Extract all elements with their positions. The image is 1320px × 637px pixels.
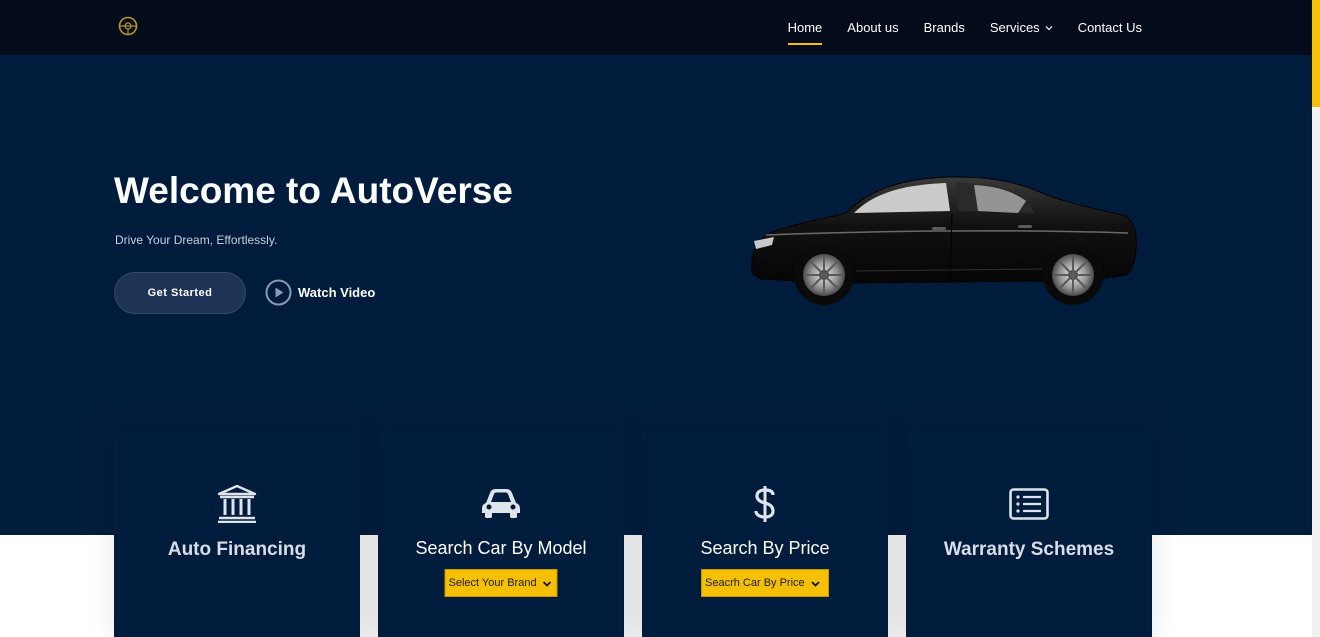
wheel-logo-icon[interactable] — [118, 16, 138, 36]
scrollbar-thumb[interactable] — [1312, 0, 1320, 107]
brand-select[interactable]: Select Your Brand — [444, 569, 558, 597]
get-started-button[interactable]: Get Started — [114, 272, 246, 314]
dollar-icon — [754, 486, 775, 522]
price-select[interactable]: Seacrh Car By Price — [701, 569, 829, 597]
feature-card-auto-financing[interactable]: Auto Financing — [114, 430, 360, 637]
bank-icon — [217, 485, 257, 523]
nav-about-us[interactable]: About us — [847, 20, 898, 35]
price-select-value: Seacrh Car By Price — [705, 577, 805, 589]
card-title: Warranty Schemes — [943, 539, 1115, 560]
chevron-down-icon — [811, 580, 820, 587]
car-icon — [482, 489, 520, 518]
feature-card-search-by-model: Search Car By Model Select Your Brand — [378, 430, 624, 637]
card-title: Auto Financing — [167, 539, 307, 560]
feature-card-search-by-price: Search By Price Seacrh Car By Price — [642, 430, 888, 637]
chevron-down-icon — [542, 580, 552, 587]
page-scrollbar[interactable] — [1312, 0, 1320, 637]
brand-select-value: Select Your Brand — [448, 577, 537, 589]
card-gap — [624, 535, 642, 637]
feature-card-warranty-schemes[interactable]: Warranty Schemes — [906, 430, 1152, 637]
nav-home[interactable]: Home — [787, 20, 823, 45]
top-navbar: Home About us Brands Services Contact Us — [0, 0, 1312, 55]
nav-services[interactable]: Services — [990, 20, 1053, 35]
nav-brands-label: Brands — [923, 20, 965, 35]
nav-brands[interactable]: Brands — [924, 20, 965, 35]
card-gap — [360, 535, 378, 637]
nav-about-label: About us — [847, 20, 899, 35]
list-icon — [1009, 488, 1049, 520]
nav-services-label: Services — [989, 20, 1040, 35]
hero-subtitle: Drive Your Dream, Effortlessly. — [115, 233, 278, 247]
main-nav: Home About us Brands Services Contact Us — [763, 0, 1142, 55]
nav-home-label: Home — [787, 20, 823, 35]
watch-video-link[interactable]: Watch Video — [265, 279, 375, 306]
nav-contact-label: Contact Us — [1077, 20, 1142, 35]
card-title: Search Car By Model — [415, 538, 587, 558]
chevron-down-icon — [1045, 25, 1053, 30]
hero-title: Welcome to AutoVerse — [114, 170, 513, 211]
watch-video-label: Watch Video — [298, 285, 376, 300]
nav-contact-us[interactable]: Contact Us — [1078, 20, 1142, 35]
play-circle-icon — [265, 279, 292, 306]
card-title: Search By Price — [700, 538, 830, 558]
card-gap — [888, 535, 906, 637]
black-sedan-car-image — [751, 176, 1137, 305]
